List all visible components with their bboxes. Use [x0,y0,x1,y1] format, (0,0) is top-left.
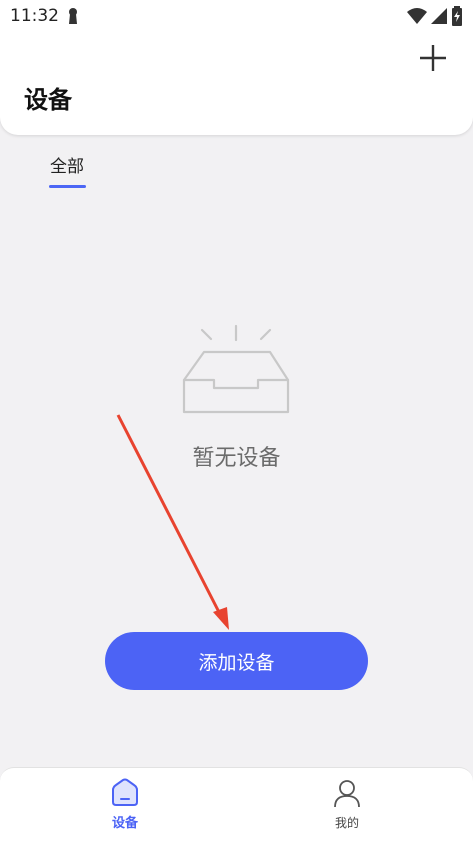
nav-item-mine[interactable]: 我的 [287,768,407,842]
empty-box-icon [182,324,290,414]
status-bar: 11:32 [0,0,473,32]
nav-item-devices[interactable]: 设备 [65,768,185,842]
status-right [407,6,463,26]
empty-state-message: 暂无设备 [192,446,281,471]
status-left: 11:32 [10,6,79,26]
nav-label-devices: 设备 [111,816,138,831]
home-icon [112,778,138,806]
user-icon [334,780,360,808]
keyhole-icon [69,8,77,24]
signal-icon [431,8,447,24]
add-device-button[interactable]: 添加设备 [105,632,368,690]
page-title: 设备 [24,86,72,114]
battery-icon [452,6,462,26]
wifi-icon [407,8,427,24]
add-icon[interactable] [417,42,449,74]
bottom-nav: 设备 我的 [0,767,473,842]
status-time: 11:32 [10,6,59,26]
nav-label-mine: 我的 [334,816,359,830]
tab-all[interactable]: 全部 [50,152,84,177]
tab-indicator [49,185,86,188]
